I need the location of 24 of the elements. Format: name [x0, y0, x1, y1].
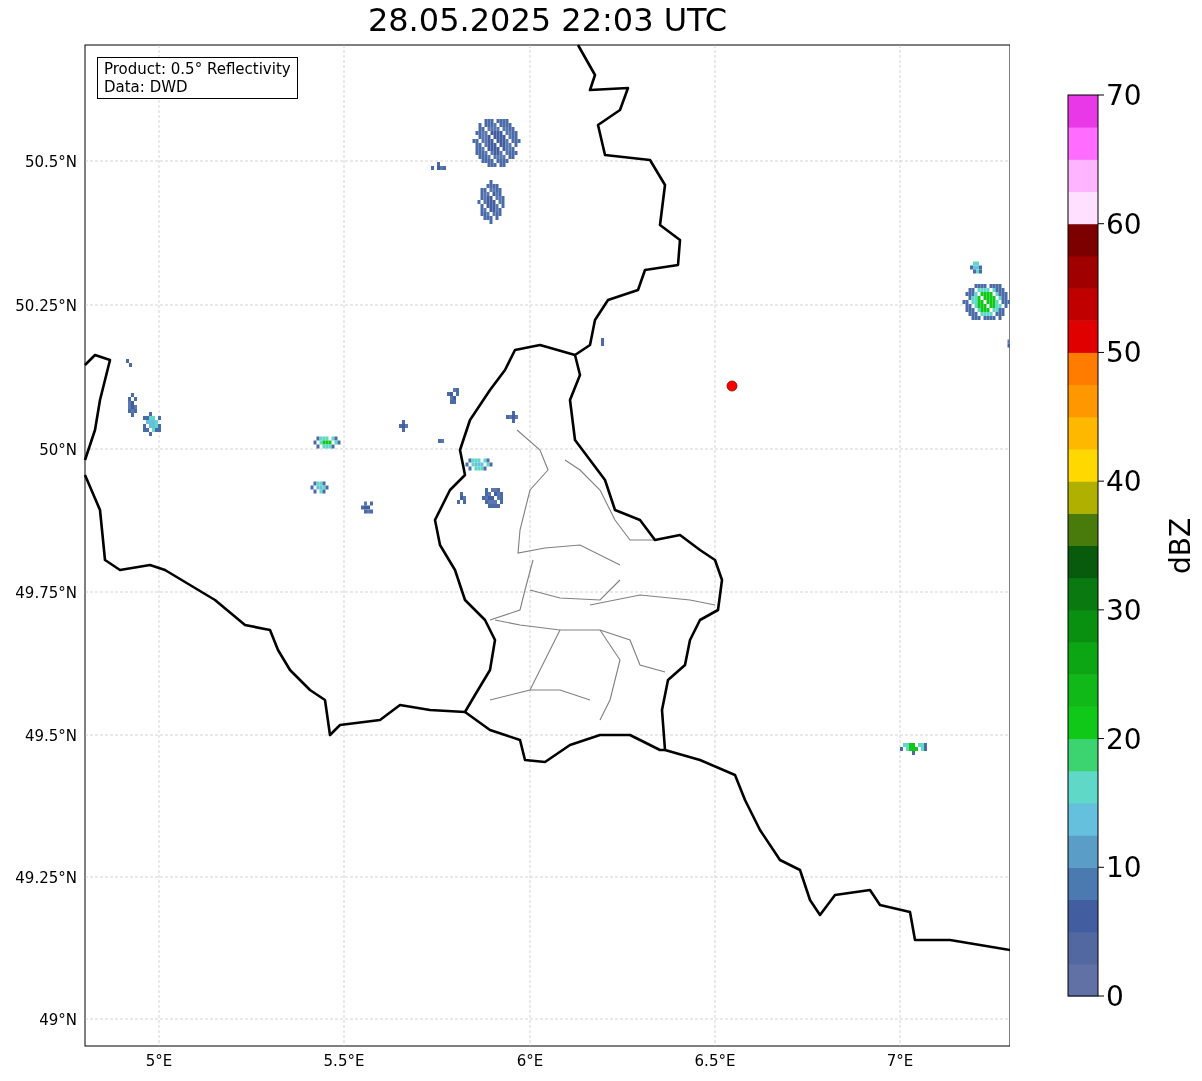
colorbar-tick-label: 10: [1106, 851, 1142, 885]
axis-tick-label: 5°E: [145, 1052, 173, 1070]
legend-text: Product: 0.5° Reflectivity: [104, 60, 291, 78]
axis-tick-label: 50.25°N: [15, 297, 77, 315]
axis-tick-label: 6.5°E: [694, 1052, 736, 1070]
colorbar-tick-label: 40: [1106, 465, 1142, 499]
legend-text: Data: DWD: [104, 78, 189, 96]
axis-tick-label: 49.5°N: [24, 727, 77, 745]
axis-tick-label: 49.25°N: [15, 869, 77, 887]
colorbar-tick-label: 30: [1106, 593, 1142, 627]
axis-tick-label: 5.5°E: [323, 1052, 365, 1070]
colorbar-tick-label: 20: [1106, 722, 1142, 756]
chart-title: 28.05.2025 22:03 UTC: [367, 0, 728, 40]
axis-tick-label: 50.5°N: [24, 153, 77, 171]
axis-tick-label: 6°E: [516, 1052, 544, 1070]
axis-tick-label: 50°N: [39, 441, 77, 459]
axis-tick-label: 49.75°N: [15, 584, 77, 602]
colorbar-tick-label: 50: [1106, 336, 1142, 370]
colorbar-label: dBZ: [1164, 517, 1197, 575]
colorbar-tick-label: 70: [1106, 79, 1142, 112]
axis-tick-label: 7°E: [886, 1052, 914, 1070]
colorbar-tick-label: 0: [1106, 980, 1124, 1013]
colorbar-tick-label: 60: [1106, 207, 1142, 241]
axis-tick-label: 49°N: [39, 1011, 77, 1029]
